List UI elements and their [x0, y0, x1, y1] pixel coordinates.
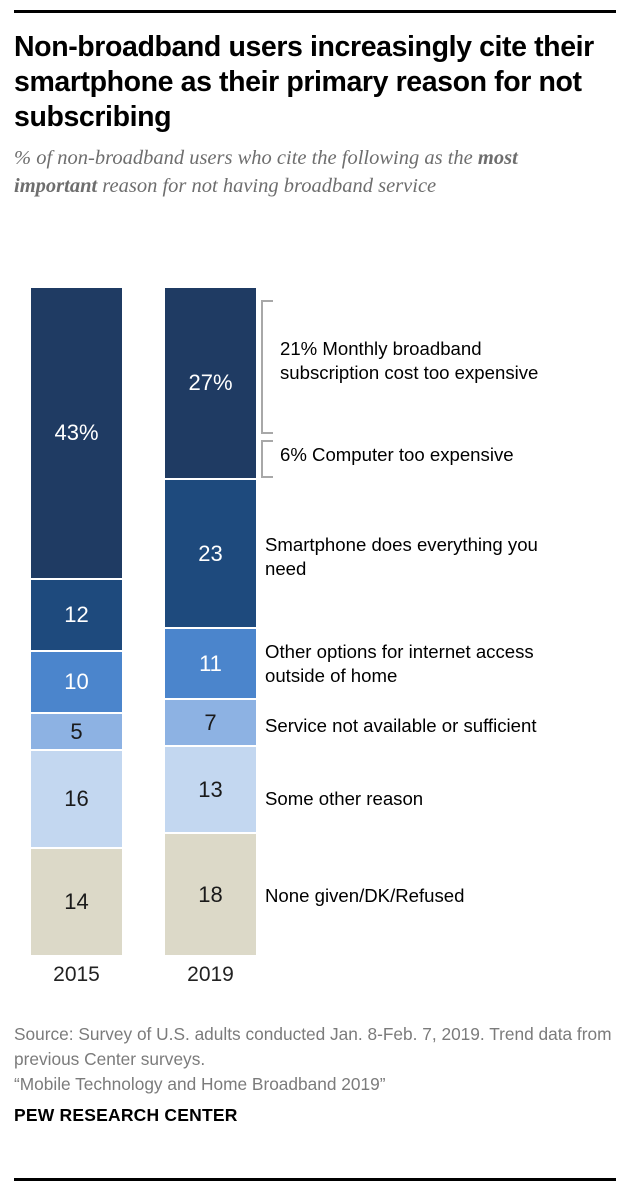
top-divider [14, 10, 616, 13]
bar-segment-value: 23 [198, 540, 223, 566]
axis-label-2015: 2015 [53, 963, 100, 986]
bar-segment-service-2019[interactable]: 7 [165, 700, 256, 745]
source-line-2: “Mobile Technology and Home Broadband 20… [14, 1074, 386, 1094]
bar-segment-other-options-2019[interactable]: 11 [165, 629, 256, 698]
annotation-smartphone: Smartphone does everything you need [265, 534, 538, 579]
subtitle-text-part2: reason for not having broadband service [97, 175, 437, 197]
source-note: Source: Survey of U.S. adults conducted … [14, 1022, 614, 1097]
bar-segment-none-given-2015[interactable]: 14 [31, 849, 122, 955]
bar-column-2019[interactable]: 27% 23 11 7 13 18 [165, 288, 256, 955]
annotation-other-options: Other options for internet access outsid… [265, 641, 534, 686]
bar-segment-value: 14 [64, 889, 89, 914]
page-title: Non-broadband users increasingly cite th… [14, 31, 594, 133]
axis-label-2019: 2019 [187, 963, 234, 986]
annotation-service: Service not available or sufficient [265, 715, 537, 736]
bar-segment-other-options-2015[interactable]: 10 [31, 652, 122, 712]
bracket-cost-computer [261, 440, 273, 478]
bar-segment-other-reason-2019[interactable]: 13 [165, 747, 256, 832]
bar-segment-none-given-2019[interactable]: 18 [165, 834, 256, 955]
bar-segment-value: 7 [204, 709, 217, 735]
bar-segment-value: 5 [70, 718, 83, 744]
annotation-cost-computer: 6% Computer too expensive [280, 444, 514, 465]
bar-segment-value: 13 [198, 776, 223, 802]
bottom-divider [14, 1178, 616, 1181]
annotation-cost-subscription: 21% Monthly broadband subscription cost … [280, 338, 539, 383]
bar-segment-smartphone-2019[interactable]: 23 [165, 480, 256, 627]
bar-segment-other-reason-2015[interactable]: 16 [31, 751, 122, 847]
pew-research-center-brand: PEW RESEARCH CENTER [14, 1105, 238, 1125]
bar-segment-cost-2019[interactable]: 27% [165, 288, 256, 478]
bar-segment-service-2015[interactable]: 5 [31, 714, 122, 749]
bar-segment-smartphone-2015[interactable]: 12 [31, 580, 122, 650]
chart-header: Non-broadband users increasingly cite th… [14, 30, 608, 200]
annotation-none-given: None given/DK/Refused [265, 885, 465, 906]
bar-segment-value: 10 [64, 669, 89, 694]
bracket-cost-subscription [261, 300, 273, 434]
bar-segment-value: 43% [54, 420, 99, 445]
bar-segment-value: 27% [188, 370, 233, 395]
bar-column-2015[interactable]: 43% 12 10 5 16 14 [31, 288, 122, 955]
chart-subtitle: % of non-broadband users who cite the fo… [14, 144, 604, 200]
source-line-1: Source: Survey of U.S. adults conducted … [14, 1024, 617, 1069]
annotation-other-reason: Some other reason [265, 788, 424, 809]
bar-segment-value: 16 [64, 786, 89, 811]
bar-segment-value: 12 [64, 602, 89, 627]
subtitle-text-part1: % of non-broadband users who cite the fo… [14, 147, 478, 169]
bar-segment-value: 11 [199, 650, 222, 676]
bar-segment-cost-2015[interactable]: 43% [31, 288, 122, 578]
bar-segment-value: 18 [198, 881, 223, 907]
